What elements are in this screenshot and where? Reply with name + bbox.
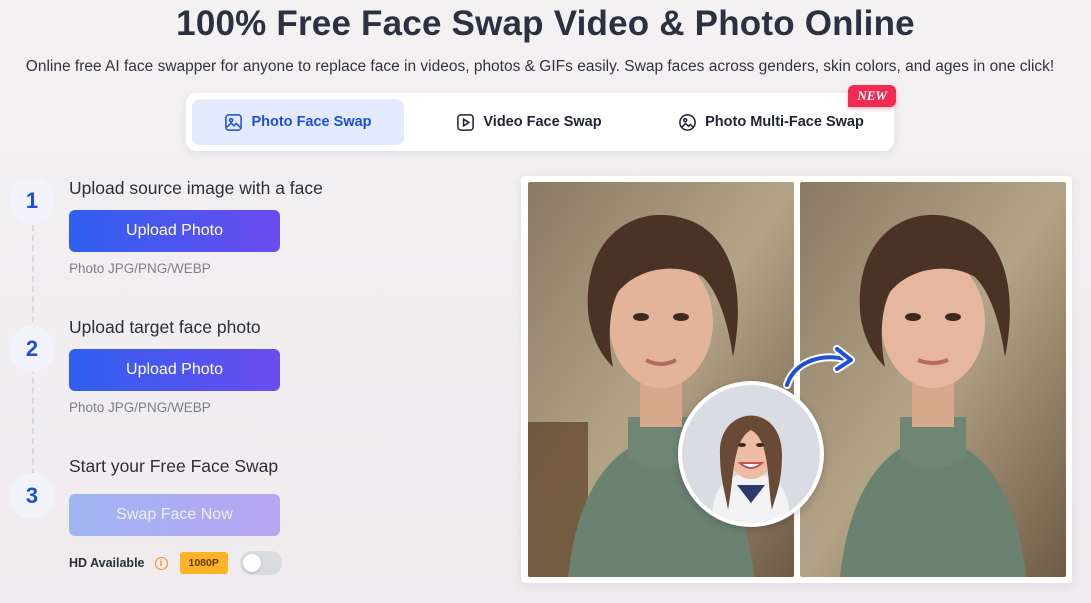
resolution-badge: 1080P <box>179 552 228 574</box>
step-2-format-hint: Photo JPG/PNG/WEBP <box>69 400 211 415</box>
upload-source-button[interactable]: Upload Photo <box>69 210 280 252</box>
face-swap-preview <box>521 176 1072 583</box>
page-title: 100% Free Face Swap Video & Photo Online <box>176 4 915 43</box>
hd-available-label: HD Available <box>69 556 145 570</box>
swap-face-now-button[interactable]: Swap Face Now <box>69 494 280 536</box>
target-face-thumbnail <box>678 381 824 527</box>
tab-photo-multi-face-swap[interactable]: Photo Multi-Face Swap NEW <box>654 85 896 145</box>
swap-arrow-icon <box>783 345 855 389</box>
info-icon[interactable]: i <box>154 556 168 570</box>
page-subtitle: Online free AI face swapper for anyone t… <box>25 58 1055 75</box>
hd-option-row: HD Available i 1080P <box>69 551 282 575</box>
step-2-label: Upload target face photo <box>69 317 261 337</box>
tab-label: Video Face Swap <box>483 114 602 130</box>
tab-label: Photo Face Swap <box>251 114 372 130</box>
tab-label: Photo Multi-Face Swap <box>705 114 864 130</box>
step-1-label: Upload source image with a face <box>69 178 323 198</box>
image-icon <box>225 113 243 131</box>
tab-photo-face-swap[interactable]: Photo Face Swap <box>192 99 404 145</box>
new-badge: NEW <box>848 85 896 107</box>
multi-face-icon <box>679 113 697 131</box>
tab-video-face-swap[interactable]: Video Face Swap <box>404 99 654 145</box>
step-3-label: Start your Free Face Swap <box>69 456 279 476</box>
hd-toggle[interactable] <box>239 551 282 575</box>
video-play-icon <box>457 113 475 131</box>
step-number-3: 3 <box>9 473 55 519</box>
step-number-2: 2 <box>9 326 55 372</box>
upload-target-button[interactable]: Upload Photo <box>69 349 280 391</box>
mode-tabs: Photo Face Swap Video Face Swap Photo Mu… <box>186 85 896 151</box>
step-number-1: 1 <box>9 178 55 224</box>
step-1-format-hint: Photo JPG/PNG/WEBP <box>69 261 211 276</box>
